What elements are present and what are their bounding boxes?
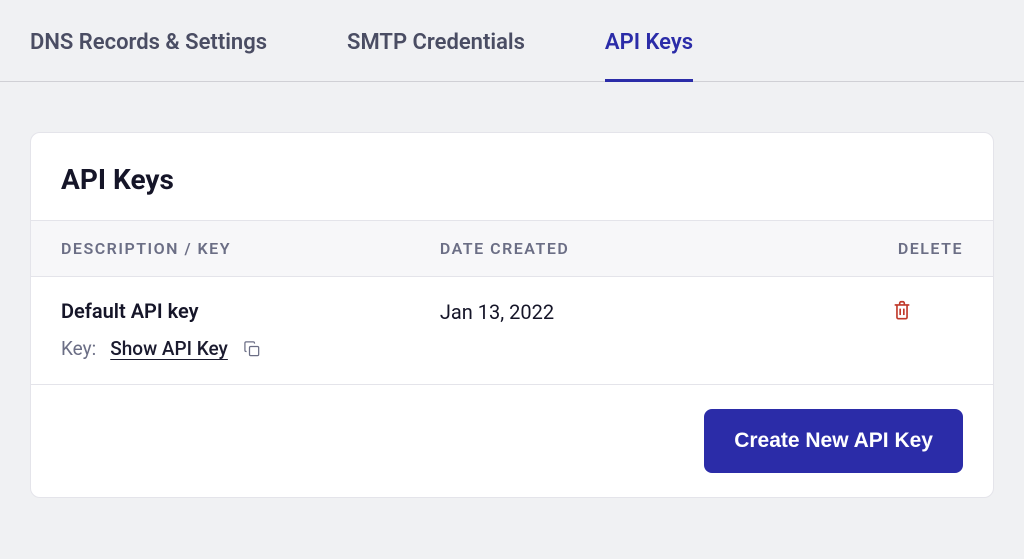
tab-api-keys[interactable]: API Keys — [605, 30, 693, 82]
api-key-description: Default API key — [61, 299, 440, 323]
tab-dns-records-settings[interactable]: DNS Records & Settings — [30, 30, 267, 82]
create-new-api-key-button[interactable]: Create New API Key — [704, 409, 963, 473]
copy-icon[interactable] — [242, 339, 262, 359]
tab-bar: DNS Records & Settings SMTP Credentials … — [0, 0, 1024, 82]
key-label: Key: — [61, 337, 96, 360]
api-keys-card: API Keys DESCRIPTION / KEY DATE CREATED … — [30, 132, 994, 498]
show-api-key-link[interactable]: Show API Key — [110, 337, 228, 360]
key-line: Key: Show API Key — [61, 337, 440, 360]
card-footer: Create New API Key — [31, 385, 993, 497]
cell-description: Default API key Key: Show API Key — [61, 299, 440, 360]
table-row: Default API key Key: Show API Key Jan 13… — [31, 277, 993, 385]
column-header-date-created: DATE CREATED — [440, 239, 783, 258]
cell-delete — [783, 299, 963, 325]
trash-icon[interactable] — [891, 299, 913, 321]
cell-date-created: Jan 13, 2022 — [440, 299, 783, 324]
card-title: API Keys — [31, 133, 993, 220]
column-header-delete: DELETE — [783, 239, 963, 258]
table-header: DESCRIPTION / KEY DATE CREATED DELETE — [31, 220, 993, 277]
tab-smtp-credentials[interactable]: SMTP Credentials — [347, 30, 525, 82]
column-header-description: DESCRIPTION / KEY — [61, 239, 440, 258]
